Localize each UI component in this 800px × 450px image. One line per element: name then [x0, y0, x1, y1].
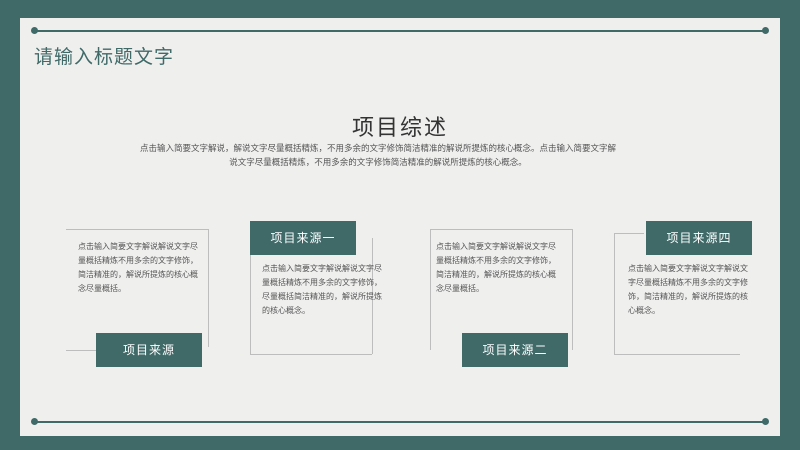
top-left-dot — [31, 27, 38, 34]
card1-label: 项目来源 — [96, 333, 202, 367]
card2-bottom-line — [250, 354, 372, 355]
card3-text: 点击输入简要文字解说解说文字尽量概括精炼不用多余的文字修饰，简洁精准的，解说所提… — [436, 242, 556, 293]
card1-bottom-line — [66, 350, 96, 351]
card4-left-line — [614, 233, 615, 354]
slide: 请输入标题文字 项目综述 点击输入简要文字解说，解说文字尽量概括精炼，不用多余的… — [20, 18, 780, 436]
bottom-left-dot — [31, 418, 38, 425]
bottom-rule — [34, 421, 768, 423]
card4-text: 点击输入简要文字解说文字解说文字尽量概括精炼不用多余的文字修饰，简洁精准的，解说… — [628, 264, 748, 315]
bottom-right-dot — [762, 418, 769, 425]
card1-top-line — [66, 229, 208, 230]
card4-label: 项目来源四 — [646, 221, 752, 255]
card1-text: 点击输入简要文字解说解说文字尽量概括精炼不用多余的文字修饰，简洁精准的，解说所提… — [78, 242, 198, 293]
card3-top-line — [430, 229, 572, 230]
card3-label: 项目来源二 — [462, 333, 568, 367]
card1-right-line — [208, 229, 209, 347]
card2-text: 点击输入简要文字解说解说文字尽量概括精炼不用多余的文字修饰，尽量概括简洁精准的，… — [262, 264, 382, 315]
intro-text: 点击输入简要文字解说，解说文字尽量概括精炼，不用多余的文字修饰简洁精准的解说所提… — [139, 144, 616, 168]
card3-right-line — [572, 229, 573, 350]
card3-left-line — [430, 229, 431, 350]
card4-top-line — [614, 233, 644, 234]
card4-bottom-line — [614, 354, 740, 355]
section-heading: 项目综述 — [351, 116, 448, 141]
card2-label: 项目来源一 — [250, 221, 356, 255]
top-right-dot — [762, 27, 769, 34]
page-title: 请输入标题文字 — [34, 46, 175, 68]
top-rule — [34, 30, 768, 32]
